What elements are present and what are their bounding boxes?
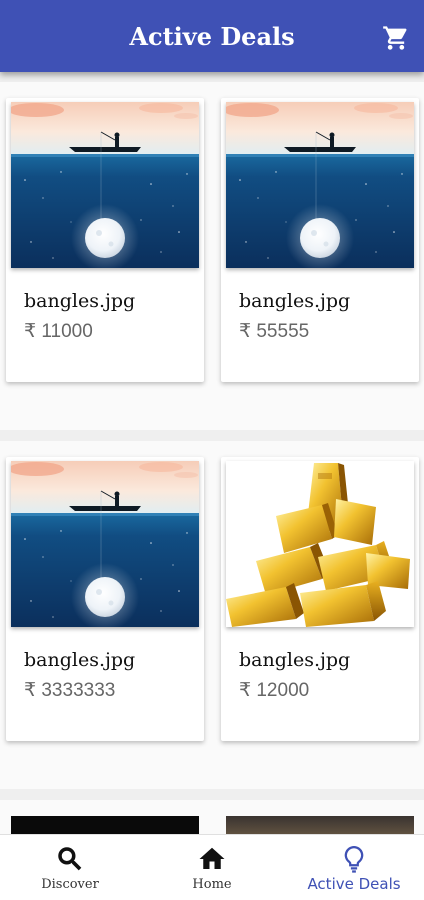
home-icon bbox=[197, 844, 227, 874]
deal-price: ₹ 55555 bbox=[239, 321, 310, 342]
deal-price: ₹ 12000 bbox=[239, 680, 310, 701]
deal-name: bangles.jpg bbox=[24, 290, 136, 312]
deal-image bbox=[11, 102, 199, 268]
deal-image-partial[interactable] bbox=[226, 816, 414, 834]
nav-active-deals[interactable]: Active Deals bbox=[296, 835, 412, 900]
deal-image bbox=[11, 461, 199, 627]
nav-label: Home bbox=[192, 877, 232, 892]
page-title: Active Deals bbox=[129, 22, 295, 51]
deal-card[interactable]: bangles.jpg ₹ 12000 bbox=[221, 457, 419, 741]
nav-label: Active Deals bbox=[307, 875, 401, 893]
lightbulb-icon bbox=[339, 844, 369, 874]
nav-discover[interactable]: Discover bbox=[20, 835, 120, 900]
shopping-cart-icon[interactable] bbox=[382, 24, 410, 52]
deals-row: bangles.jpg ₹ 3333333 bangles.jpg ₹ 1200… bbox=[0, 441, 424, 789]
nav-label: Discover bbox=[41, 877, 99, 892]
deal-image bbox=[226, 461, 414, 627]
nav-home[interactable]: Home bbox=[162, 835, 262, 900]
deal-name: bangles.jpg bbox=[239, 649, 351, 671]
deals-row bbox=[0, 800, 424, 834]
deal-price: ₹ 3333333 bbox=[24, 680, 116, 701]
deal-card[interactable]: bangles.jpg ₹ 3333333 bbox=[6, 457, 204, 741]
deals-feed[interactable]: bangles.jpg ₹ 11000 bangles.jpg ₹ 55555 … bbox=[0, 72, 424, 834]
deal-card[interactable]: bangles.jpg ₹ 11000 bbox=[6, 98, 204, 382]
deal-name: bangles.jpg bbox=[24, 649, 136, 671]
app-bar: Active Deals bbox=[0, 0, 424, 72]
deal-name: bangles.jpg bbox=[239, 290, 351, 312]
search-icon bbox=[55, 844, 85, 874]
deal-image bbox=[226, 102, 414, 268]
deal-image-partial[interactable] bbox=[11, 816, 199, 834]
deals-row: bangles.jpg ₹ 11000 bangles.jpg ₹ 55555 bbox=[0, 82, 424, 430]
deal-price: ₹ 11000 bbox=[24, 321, 93, 342]
deal-card[interactable]: bangles.jpg ₹ 55555 bbox=[221, 98, 419, 382]
bottom-navigation: Discover Home Active Deals bbox=[0, 834, 424, 900]
